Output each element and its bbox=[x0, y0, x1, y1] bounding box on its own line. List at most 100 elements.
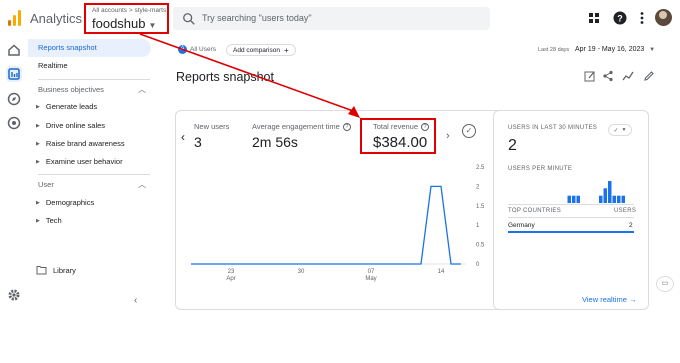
insights-icon[interactable] bbox=[622, 70, 634, 82]
metric-total-revenue[interactable]: Total revenue? $384.00 bbox=[373, 122, 430, 151]
country-name: Germany bbox=[508, 222, 535, 229]
explore-icon[interactable] bbox=[6, 91, 22, 107]
nav-item-demographics[interactable]: ▶ Demographics bbox=[36, 198, 94, 207]
col-header-country: TOP COUNTRIES bbox=[508, 208, 562, 214]
caret-down-icon: ▼ bbox=[649, 47, 656, 53]
series-line-total-revenue[interactable] bbox=[191, 185, 461, 265]
nav-item-drive-online-sales[interactable]: ▶ Drive online sales bbox=[36, 121, 105, 130]
section-business-objectives[interactable]: Business objectives bbox=[38, 85, 104, 94]
apps-grid-icon[interactable] bbox=[586, 10, 602, 26]
users-per-minute-bar bbox=[617, 195, 621, 203]
share-icon[interactable] bbox=[602, 70, 614, 82]
metric-label: New users bbox=[194, 122, 230, 131]
country-share-bar bbox=[508, 231, 634, 233]
view-realtime-label: View realtime bbox=[582, 295, 627, 304]
folder-icon bbox=[36, 266, 47, 275]
nav-item-label: Examine user behavior bbox=[45, 157, 123, 166]
y-tick-label: 1.5 bbox=[476, 204, 485, 210]
metric-value: 3 bbox=[194, 134, 202, 150]
divider bbox=[38, 79, 150, 80]
nav-item-label: Demographics bbox=[45, 198, 95, 207]
nav-item-examine-user-behavior[interactable]: ▶ Examine user behavior bbox=[36, 157, 123, 166]
help-icon[interactable]: ? bbox=[612, 10, 628, 26]
metric-label: Average engagement time bbox=[252, 122, 340, 131]
x-tick-label: 14 bbox=[438, 269, 445, 275]
metric-avg-engagement-time[interactable]: Average engagement time? 2m 56s bbox=[252, 122, 351, 150]
y-tick-label: 0.5 bbox=[476, 243, 485, 249]
library-label: Library bbox=[53, 265, 76, 275]
feedback-icon[interactable]: ▭ bbox=[656, 276, 674, 292]
property-name-label: foodshub bbox=[92, 16, 146, 31]
date-range-picker[interactable]: Last 28 days Apr 19 - May 16, 2023 ▼ bbox=[538, 46, 655, 53]
advertising-icon[interactable] bbox=[6, 115, 22, 131]
users-per-minute-bar-chart bbox=[567, 181, 625, 203]
nav-item-label: Raise brand awareness bbox=[45, 139, 125, 148]
divider bbox=[508, 204, 634, 205]
home-icon[interactable] bbox=[6, 42, 22, 58]
users-per-minute-bar bbox=[599, 195, 603, 203]
expand-arrow-icon: ▶ bbox=[36, 103, 40, 110]
nav-item-label: Tech bbox=[45, 216, 62, 225]
metric-value: 2m 56s bbox=[252, 134, 298, 150]
nav-item-generate-leads[interactable]: ▶ Generate leads bbox=[36, 102, 97, 111]
edit-pencil-icon[interactable] bbox=[643, 70, 655, 82]
metric-label-row: Average engagement time? bbox=[252, 122, 351, 131]
left-rail bbox=[0, 36, 28, 363]
search-bar[interactable]: Try searching "users today" bbox=[173, 7, 490, 30]
nav-item-label: Generate leads bbox=[45, 102, 98, 111]
metric-label-row: Total revenue? bbox=[373, 122, 430, 131]
add-comparison-button[interactable]: Add comparison + bbox=[226, 44, 296, 56]
chevron-up-icon[interactable]: ︿ bbox=[138, 179, 146, 190]
country-users: 2 bbox=[629, 222, 633, 229]
users-per-minute-bar bbox=[603, 188, 607, 203]
nav-item-library[interactable]: Library bbox=[36, 265, 76, 275]
previous-chevron-icon[interactable]: ‹ bbox=[181, 130, 185, 144]
account-selector[interactable]: All accounts > style-marts foodshub ▼ bbox=[84, 3, 169, 34]
customize-report-icon[interactable] bbox=[584, 70, 596, 82]
all-users-label: All Users bbox=[190, 46, 217, 53]
users-per-minute-label: USERS PER MINUTE bbox=[508, 166, 573, 172]
next-chevron-icon[interactable]: › bbox=[446, 130, 450, 142]
check-circle-icon: ✓ bbox=[613, 127, 619, 134]
nav-item-tech[interactable]: ▶ Tech bbox=[36, 216, 62, 225]
expand-arrow-icon: ▶ bbox=[36, 122, 40, 129]
analytics-logo[interactable] bbox=[8, 10, 22, 26]
help-icon[interactable]: ? bbox=[421, 122, 430, 131]
y-tick-label: 1 bbox=[476, 223, 480, 229]
chevron-up-icon[interactable]: ︿ bbox=[138, 84, 146, 95]
check-circle-icon[interactable]: ✓ bbox=[462, 124, 476, 138]
realtime-user-count: 2 bbox=[508, 137, 517, 154]
svg-text:?: ? bbox=[617, 14, 623, 24]
all-users-badge: A bbox=[178, 45, 187, 54]
x-tick-label: 30 bbox=[298, 269, 305, 275]
users-per-minute-bar bbox=[612, 195, 616, 203]
help-icon[interactable]: ? bbox=[342, 122, 351, 131]
collapse-nav-chevron-icon[interactable]: ‹ bbox=[134, 295, 137, 306]
nav-item-reports-snapshot-label: Reports snapshot bbox=[38, 43, 97, 52]
divider bbox=[38, 174, 150, 175]
more-vert-icon[interactable] bbox=[634, 10, 650, 26]
caret-down-icon: ▼ bbox=[621, 127, 627, 133]
realtime-options-button[interactable]: ✓ ▼ bbox=[608, 124, 632, 136]
y-tick-label: 2.5 bbox=[476, 165, 485, 171]
admin-gear-icon[interactable] bbox=[6, 287, 22, 303]
x-tick-label: 23 bbox=[228, 269, 235, 275]
view-realtime-link[interactable]: View realtime → bbox=[582, 295, 636, 304]
comparison-chip-all-users[interactable]: A All Users bbox=[178, 45, 216, 54]
search-placeholder: Try searching "users today" bbox=[202, 13, 312, 23]
nav-item-raise-brand-awareness[interactable]: ▶ Raise brand awareness bbox=[36, 139, 125, 148]
date-range-value: Apr 19 - May 16, 2023 bbox=[575, 46, 645, 53]
reports-icon[interactable] bbox=[6, 66, 22, 82]
nav-item-realtime[interactable]: Realtime bbox=[38, 57, 68, 74]
expand-arrow-icon: ▶ bbox=[36, 217, 40, 224]
users-per-minute-bar bbox=[608, 181, 612, 203]
users-per-minute-bar bbox=[576, 195, 580, 203]
add-comparison-label: Add comparison bbox=[233, 46, 280, 54]
avatar[interactable] bbox=[655, 9, 672, 26]
y-tick-label: 2 bbox=[476, 184, 480, 190]
search-icon bbox=[183, 13, 195, 25]
page-title: Reports snapshot bbox=[176, 70, 274, 84]
section-user[interactable]: User bbox=[38, 180, 54, 189]
metric-value: $384.00 bbox=[373, 134, 428, 151]
metric-new-users[interactable]: New users 3 bbox=[194, 122, 229, 150]
